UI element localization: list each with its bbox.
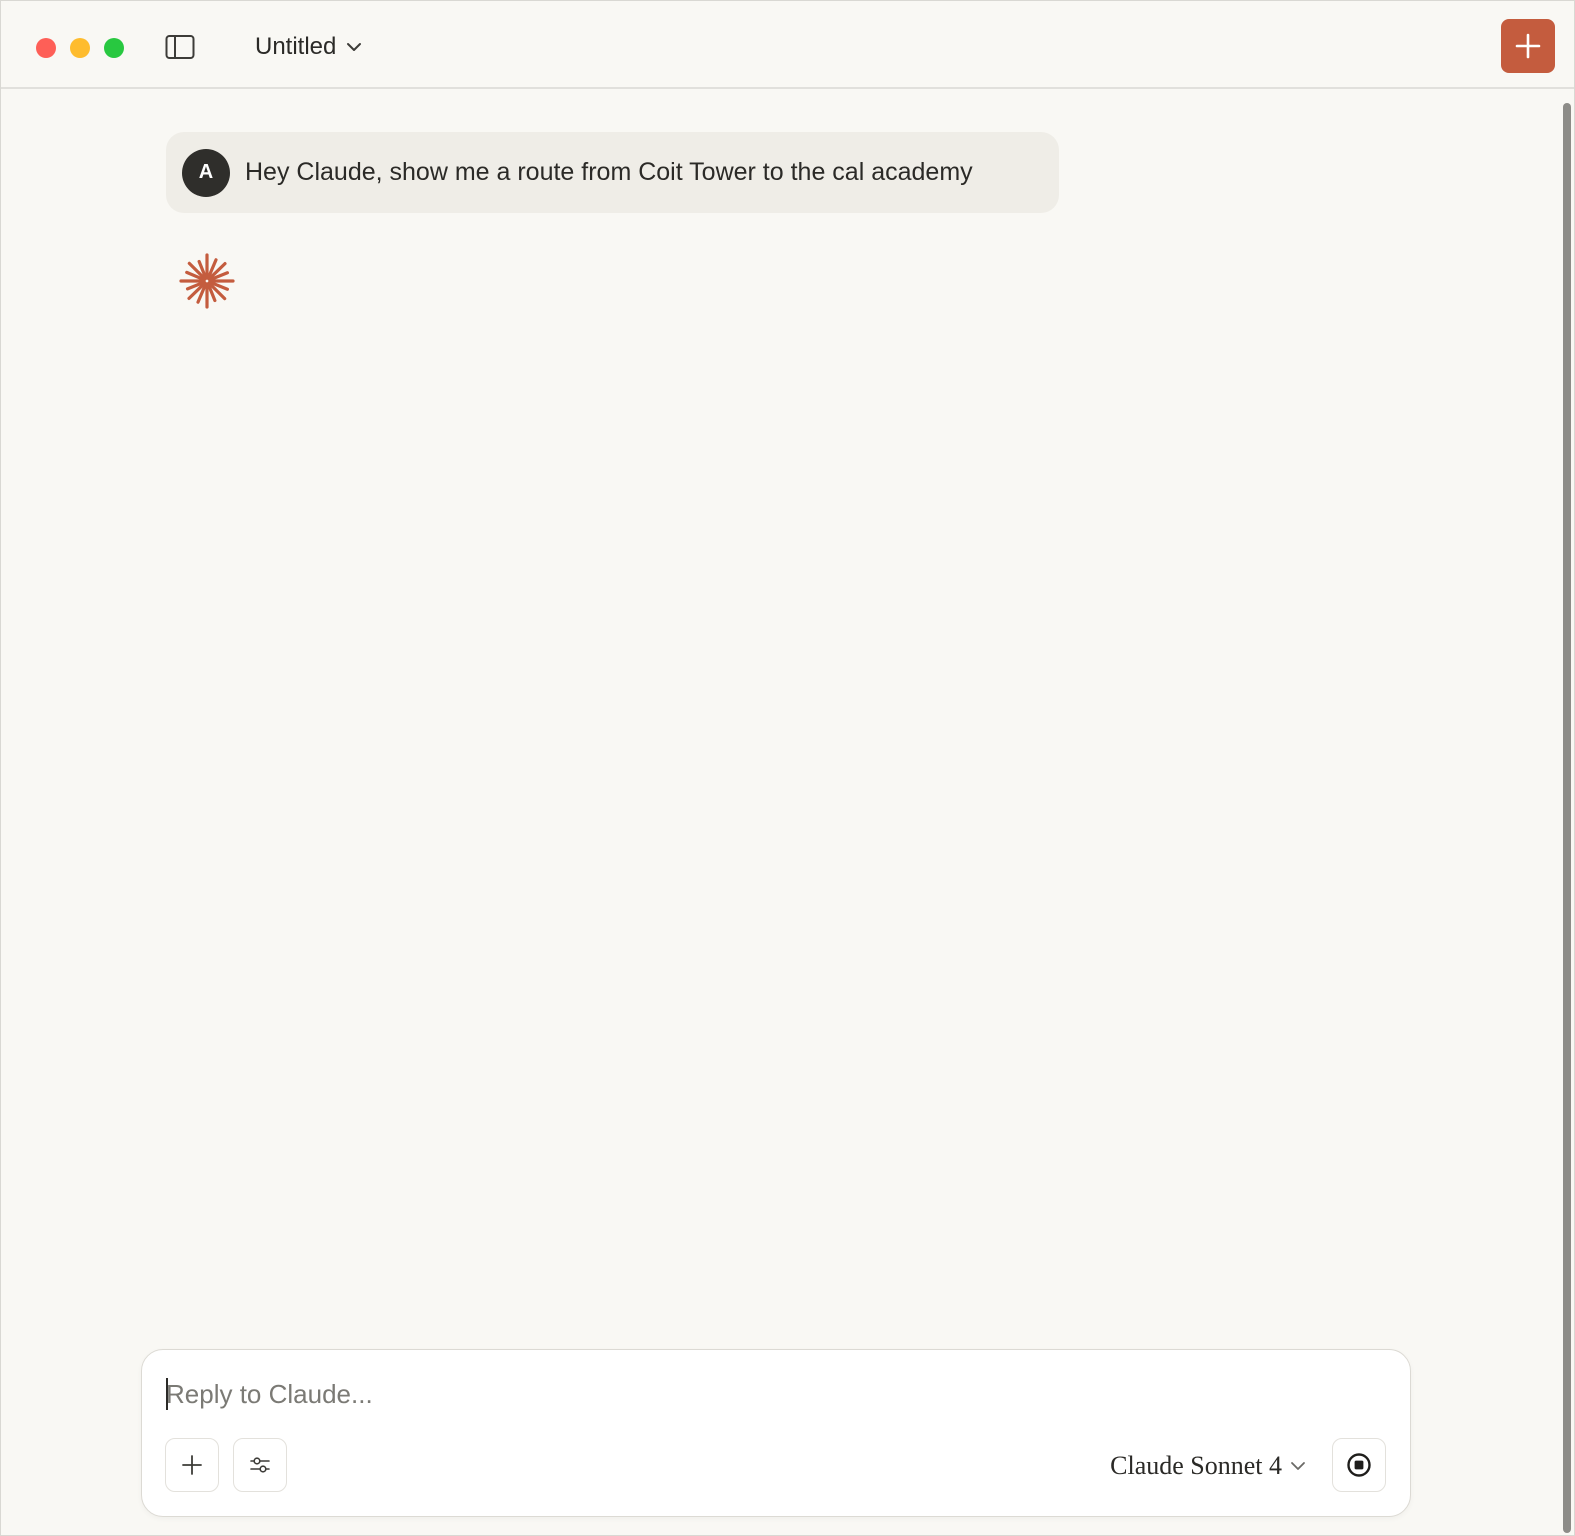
message-composer: Claude Sonnet 4 <box>141 1349 1411 1517</box>
model-selector[interactable]: Claude Sonnet 4 <box>1110 1446 1306 1486</box>
chevron-down-icon <box>1291 1462 1305 1470</box>
title-bar: Untitled <box>1 1 1574 89</box>
user-message-bubble: A Hey Claude, show me a route from Coit … <box>166 132 1059 213</box>
sidebar-toggle-button[interactable] <box>165 34 195 60</box>
chat-title-dropdown[interactable]: Untitled <box>255 29 362 65</box>
text-caret <box>166 1378 168 1410</box>
sidebar-icon <box>165 35 195 59</box>
sliders-icon <box>250 1457 270 1473</box>
stop-icon <box>1347 1453 1371 1477</box>
reply-input[interactable] <box>166 1374 1366 1414</box>
conversation-scrollbar[interactable] <box>1563 103 1571 1533</box>
user-message-text: Hey Claude, show me a route from Coit To… <box>245 158 973 186</box>
stop-generation-button[interactable] <box>1332 1438 1386 1492</box>
user-avatar: A <box>182 148 230 197</box>
plus-icon <box>182 1455 202 1475</box>
close-window-button[interactable] <box>36 38 56 58</box>
minimize-window-button[interactable] <box>70 38 90 58</box>
tools-settings-button[interactable] <box>233 1438 287 1492</box>
attach-button[interactable] <box>165 1438 219 1492</box>
chevron-down-icon <box>347 43 362 51</box>
app-window: Untitled A Hey Claude, show me a route f… <box>0 0 1575 1536</box>
new-chat-button[interactable] <box>1501 19 1555 73</box>
chat-title: Untitled <box>255 33 337 60</box>
maximize-window-button[interactable] <box>104 38 124 58</box>
model-name: Claude Sonnet 4 <box>1110 1451 1282 1480</box>
claude-spark-icon <box>179 253 235 309</box>
plus-icon <box>1515 33 1541 59</box>
